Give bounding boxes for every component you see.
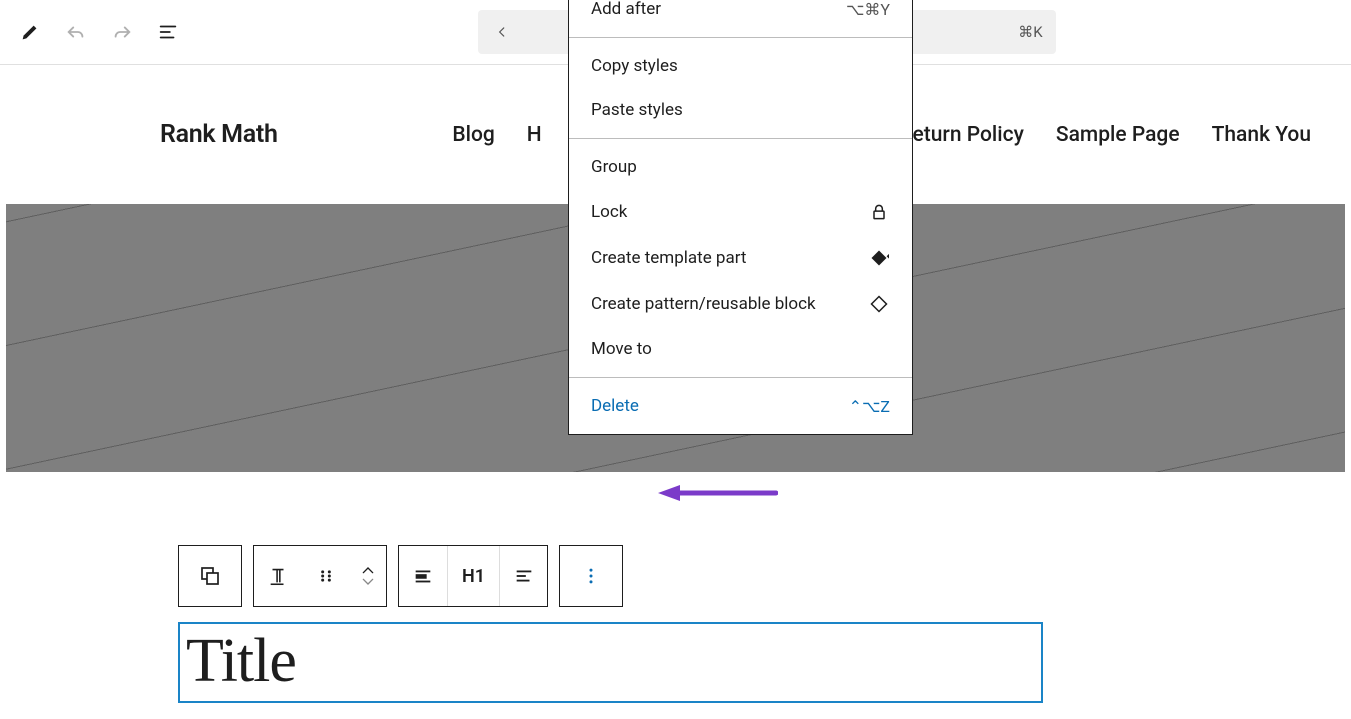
menu-label: Delete [591, 396, 639, 416]
chevron-left-icon[interactable] [478, 10, 526, 54]
nav-item[interactable]: Sample Page [1056, 123, 1180, 147]
template-part-icon [868, 247, 890, 269]
lock-icon [868, 201, 890, 223]
list-view-icon[interactable] [156, 20, 180, 44]
block-options-dropdown: Add after ⌥⌘Y Copy styles Paste styles G… [568, 0, 913, 435]
editor-left-tools [18, 20, 180, 44]
menu-shortcut: ⌃⌥Z [849, 397, 890, 416]
menu-label: Group [591, 157, 637, 177]
menu-label: Create template part [591, 248, 746, 268]
menu-label: Lock [591, 202, 627, 222]
menu-paste-styles[interactable]: Paste styles [569, 88, 912, 132]
redo-icon[interactable] [110, 20, 134, 44]
menu-label: Move to [591, 339, 652, 359]
nav-item[interactable]: Thank You [1212, 123, 1311, 147]
drag-handle-icon[interactable] [302, 546, 350, 606]
menu-delete[interactable]: Delete ⌃⌥Z [569, 384, 912, 428]
text-align-icon[interactable] [499, 546, 547, 606]
menu-label: Create pattern/reusable block [591, 294, 816, 314]
block-type-group [178, 545, 242, 607]
menu-shortcut: ⌥⌘Y [846, 0, 890, 19]
title-heading-block[interactable]: Title [178, 622, 1043, 703]
block-transform-group [253, 545, 387, 607]
menu-group[interactable]: Group [569, 145, 912, 189]
nav-item[interactable]: Blog [452, 123, 494, 147]
edit-icon[interactable] [18, 20, 42, 44]
more-options-icon[interactable] [560, 546, 622, 606]
undo-icon[interactable] [64, 20, 88, 44]
heading-level-button[interactable]: H1 [447, 546, 499, 606]
paragraph-icon[interactable] [254, 546, 302, 606]
block-toolbar: H1 [178, 545, 623, 607]
menu-add-after[interactable]: Add after ⌥⌘Y [569, 0, 912, 31]
block-type-icon[interactable] [179, 546, 241, 606]
nav-item[interactable]: H [527, 123, 542, 147]
menu-create-pattern[interactable]: Create pattern/reusable block [569, 281, 912, 327]
command-palette-shortcut[interactable]: ⌘K [1006, 23, 1056, 41]
menu-label: Paste styles [591, 100, 683, 120]
heading-level-label: H1 [462, 566, 485, 587]
menu-copy-styles[interactable]: Copy styles [569, 44, 912, 88]
annotation-arrow [658, 485, 778, 501]
menu-move-to[interactable]: Move to [569, 327, 912, 371]
site-title[interactable]: Rank Math [160, 120, 278, 149]
menu-label: Add after [591, 0, 661, 19]
menu-create-template-part[interactable]: Create template part [569, 235, 912, 281]
align-icon[interactable] [399, 546, 447, 606]
menu-lock[interactable]: Lock [569, 189, 912, 235]
move-up-down[interactable] [350, 546, 386, 606]
block-format-group: H1 [398, 545, 548, 607]
menu-label: Copy styles [591, 56, 678, 76]
reusable-block-icon [868, 293, 890, 315]
block-more-group [559, 545, 623, 607]
